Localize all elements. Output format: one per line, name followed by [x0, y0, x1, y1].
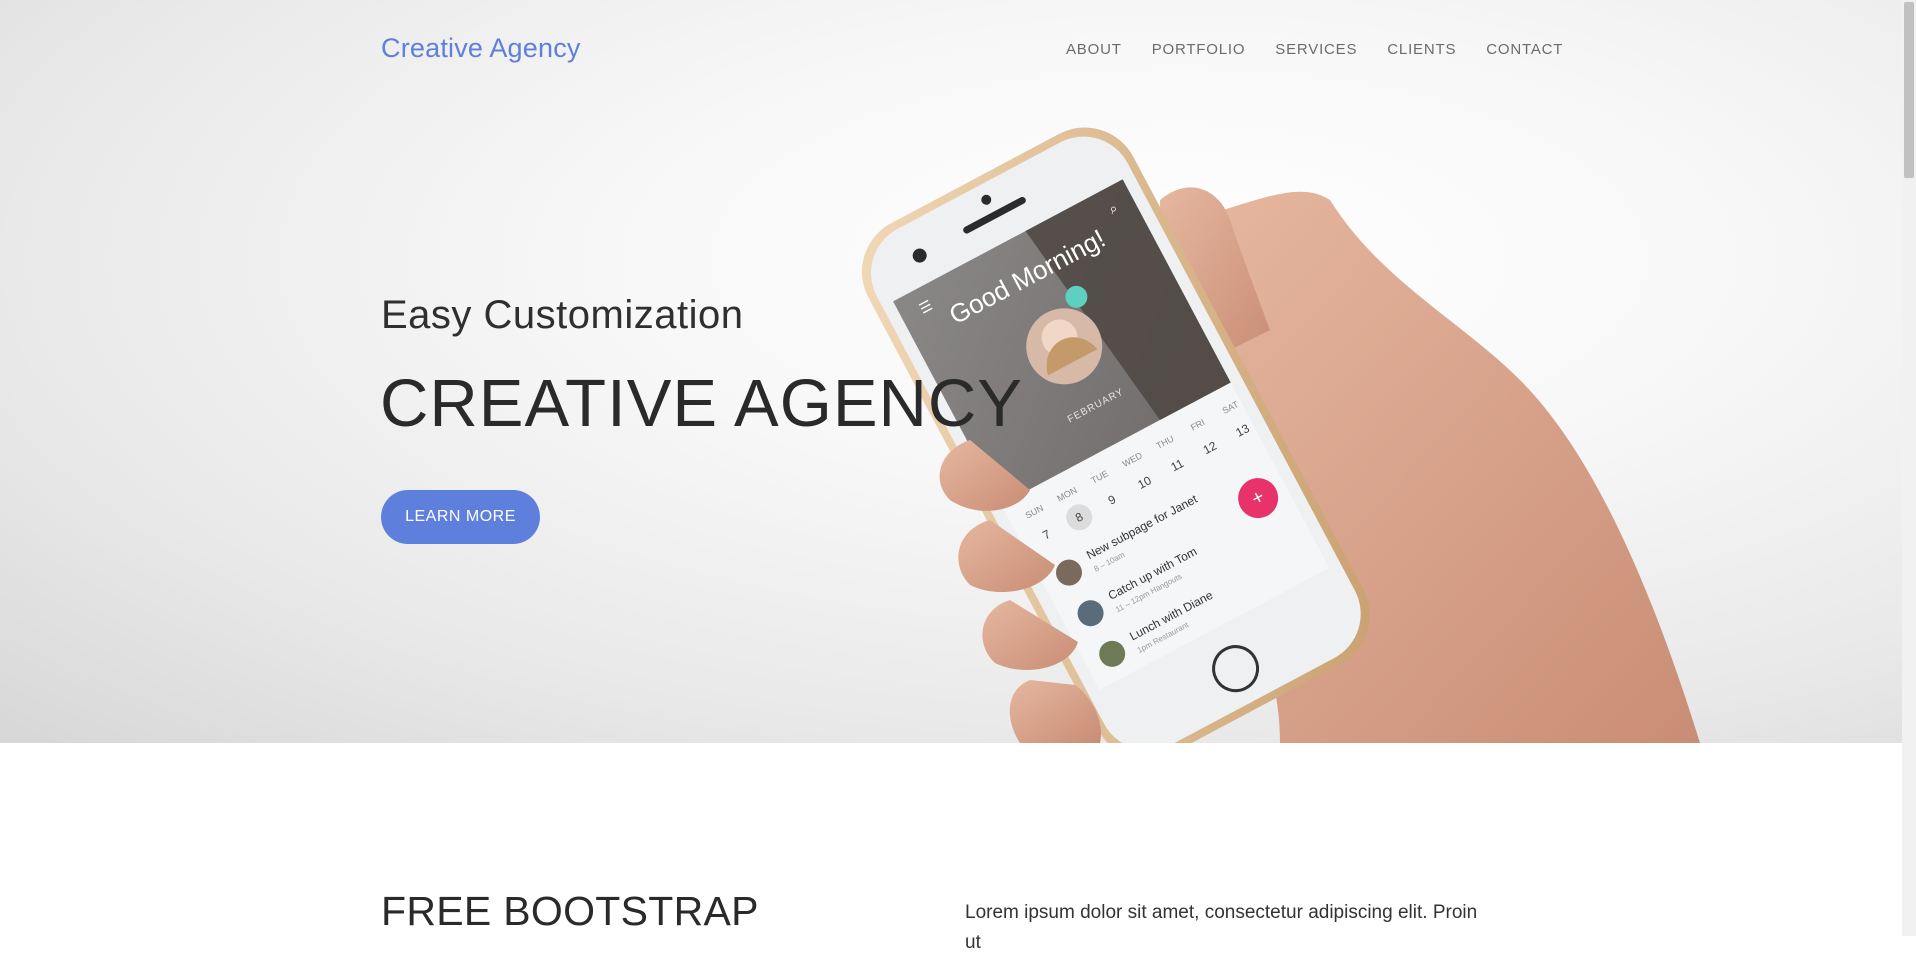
nav-link-portfolio[interactable]: PORTFOLIO — [1152, 41, 1246, 58]
nav-link-clients[interactable]: CLIENTS — [1387, 41, 1456, 58]
nav-link-services[interactable]: SERVICES — [1275, 41, 1357, 58]
brand-logo[interactable]: Creative Agency — [381, 33, 581, 64]
nav-link-contact[interactable]: CONTACT — [1486, 41, 1563, 58]
section-heading: FREE BOOTSTRAP — [381, 888, 759, 934]
scrollbar-thumb[interactable] — [1904, 2, 1914, 178]
hero-title: CREATIVE AGENCY — [380, 366, 1023, 441]
nav-link-about[interactable]: ABOUT — [1066, 41, 1122, 58]
hero-subtitle: Easy Customization — [381, 293, 744, 337]
section-text: Lorem ipsum dolor sit amet, consectetur … — [965, 902, 1478, 953]
nav-menu: ABOUT PORTFOLIO SERVICES CLIENTS CONTACT — [1066, 41, 1593, 58]
navbar: Creative Agency ABOUT PORTFOLIO SERVICES… — [0, 0, 1902, 100]
hero-section: Creative Agency ABOUT PORTFOLIO SERVICES… — [0, 0, 1902, 743]
learn-more-button[interactable]: LEARN MORE — [381, 490, 540, 544]
